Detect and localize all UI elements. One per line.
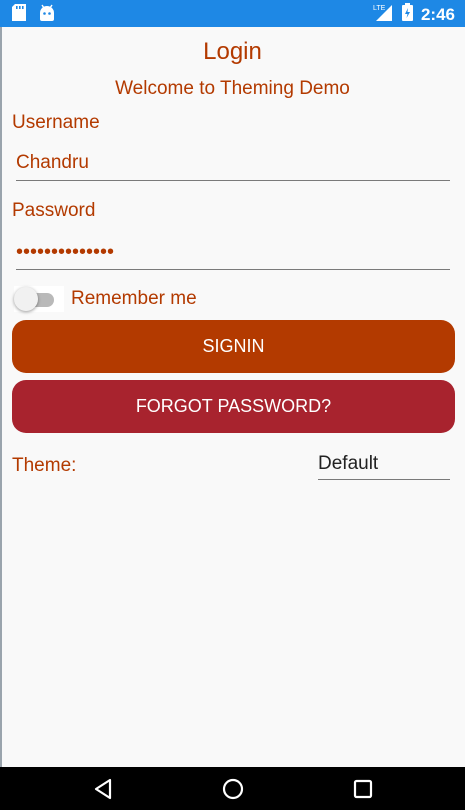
status-time: 2:46 — [420, 4, 455, 24]
window-edge — [0, 27, 2, 767]
sd-card-icon — [12, 4, 26, 26]
android-icon — [38, 4, 56, 26]
home-icon[interactable] — [213, 775, 253, 803]
battery-icon — [401, 3, 413, 26]
remember-label: Remember me — [71, 288, 197, 309]
username-label: Username — [12, 112, 100, 133]
password-field[interactable]: •••••••••••••• — [16, 237, 450, 270]
toggle-thumb — [14, 287, 38, 311]
network-type-label: LTE — [373, 5, 386, 12]
theme-label: Theme: — [12, 455, 77, 476]
username-field[interactable]: Chandru — [16, 148, 450, 181]
signal-icon: LTE — [372, 3, 394, 26]
page-title: Login — [203, 38, 262, 65]
status-bar: LTE 2:46 — [0, 0, 465, 27]
remember-toggle[interactable] — [14, 286, 64, 312]
password-label: Password — [12, 200, 96, 221]
recents-icon[interactable] — [343, 775, 383, 803]
navigation-bar — [0, 767, 465, 810]
back-icon[interactable] — [83, 775, 123, 803]
theme-picker[interactable]: Default — [318, 450, 450, 480]
signin-button[interactable]: SIGNIN — [12, 320, 455, 373]
forgot-password-button[interactable]: FORGOT PASSWORD? — [12, 380, 455, 433]
page-subtitle: Welcome to Theming Demo — [115, 78, 350, 99]
